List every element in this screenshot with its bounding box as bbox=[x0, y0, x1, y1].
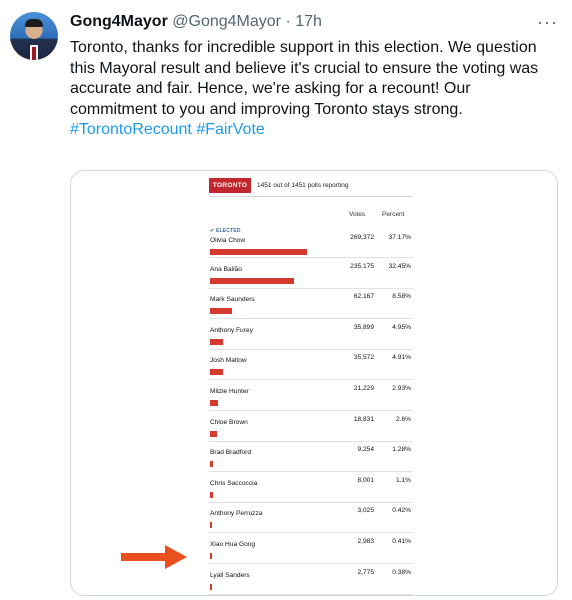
author-handle[interactable]: @Gong4Mayor bbox=[172, 13, 281, 30]
candidate-name: Brad Bradford bbox=[210, 449, 252, 457]
vote-share-bar bbox=[210, 583, 212, 590]
candidate-row: Brad Bradford 9,254 1.28% bbox=[209, 441, 413, 473]
candidate-votes: 2,775 bbox=[357, 568, 374, 576]
avatar-hair bbox=[25, 19, 43, 27]
vote-share-bar bbox=[210, 308, 233, 315]
candidate-percent: 0.41% bbox=[392, 538, 411, 545]
attached-image[interactable]: TORONTO 1451 out of 1451 polls reporting… bbox=[70, 170, 558, 596]
vote-share-bar bbox=[210, 430, 217, 437]
vote-share-bar bbox=[210, 522, 212, 529]
candidate-percent: 1.1% bbox=[395, 476, 411, 484]
candidate-name: Chloe Brown bbox=[210, 418, 248, 426]
candidate-name: Xiao Hua Gong bbox=[210, 541, 256, 548]
candidate-name: Anthony Perruzza bbox=[210, 510, 263, 518]
avatar-tie bbox=[32, 47, 36, 60]
more-options-icon[interactable]: ··· bbox=[537, 12, 558, 33]
candidate-percent: 8.58% bbox=[392, 293, 411, 301]
candidate-votes: 18,831 bbox=[353, 415, 374, 423]
candidate-name: Lyall Sanders bbox=[210, 571, 250, 579]
tweet-body: Toronto, thanks for incredible support i… bbox=[70, 39, 539, 118]
tweet-time[interactable]: 17h bbox=[295, 13, 322, 30]
elected-badge: ✔ ELECTED bbox=[210, 228, 241, 234]
tweet-text: Toronto, thanks for incredible support i… bbox=[70, 38, 558, 141]
tweet[interactable]: Gong4Mayor @Gong4Mayor · 17h ··· Toronto… bbox=[0, 0, 572, 600]
candidate-votes: 2,983 bbox=[357, 538, 374, 545]
candidate-row: Josh Matlow 35,572 4.91% bbox=[209, 349, 413, 381]
tweet-header: Gong4Mayor @Gong4Mayor · 17h bbox=[70, 13, 532, 33]
candidate-row: Anthony Furey 35,899 4.95% bbox=[209, 319, 413, 350]
candidate-votes: 269,372 bbox=[350, 234, 374, 241]
candidate-votes: 35,899 bbox=[353, 323, 374, 331]
candidate-name: Anthony Furey bbox=[210, 326, 253, 334]
city-badge: TORONTO bbox=[209, 178, 251, 193]
candidate-votes: 235,175 bbox=[350, 262, 374, 270]
vote-share-bar bbox=[210, 400, 218, 406]
candidate-votes: 8,001 bbox=[357, 476, 374, 484]
author-name[interactable]: Gong4Mayor bbox=[70, 13, 168, 30]
candidate-row: ✔ ELECTED Olivia Chow 269,372 37.17% bbox=[209, 227, 413, 258]
right-arrow-icon bbox=[121, 545, 187, 569]
candidate-name: Olivia Chow bbox=[210, 237, 246, 244]
candidate-percent: 0.38% bbox=[392, 568, 411, 576]
separator: · bbox=[285, 13, 291, 30]
vote-share-bar bbox=[210, 369, 223, 376]
candidate-row: Anthony Perruzza 3,025 0.42% bbox=[209, 502, 413, 534]
avatar[interactable] bbox=[10, 12, 58, 60]
results-header: TORONTO 1451 out of 1451 polls reporting bbox=[209, 175, 413, 197]
candidate-percent: 32.45% bbox=[388, 262, 411, 270]
candidate-row: Mark Saunders 62,167 8.58% bbox=[209, 288, 413, 320]
candidate-percent: 2.6% bbox=[395, 415, 411, 423]
vote-share-bar bbox=[210, 461, 214, 468]
candidate-votes: 62,167 bbox=[353, 293, 374, 301]
candidate-row: Lyall Sanders 2,775 0.38% bbox=[209, 564, 413, 595]
candidate-name: Mark Saunders bbox=[210, 296, 255, 304]
hashtag-fairvote[interactable]: #FairVote bbox=[196, 121, 264, 138]
candidate-percent: 4.91% bbox=[392, 354, 411, 362]
vote-share-bar bbox=[210, 249, 307, 255]
candidate-percent: 2.93% bbox=[392, 385, 411, 392]
candidate-votes: 9,254 bbox=[357, 446, 374, 454]
candidate-votes: 3,025 bbox=[357, 507, 374, 515]
candidate-name: Mitzie Hunter bbox=[210, 388, 249, 395]
candidate-name: Josh Matlow bbox=[210, 357, 247, 365]
candidate-percent: 0.42% bbox=[392, 507, 411, 515]
candidate-percent: 1.28% bbox=[392, 446, 411, 454]
election-results: TORONTO 1451 out of 1451 polls reporting… bbox=[209, 175, 413, 595]
candidate-percent: 37.17% bbox=[388, 234, 411, 241]
polls-reporting: 1451 out of 1451 polls reporting bbox=[257, 182, 349, 189]
candidate-votes: 21,229 bbox=[353, 385, 374, 392]
candidate-row: Xiao Hua Gong 2,983 0.41% bbox=[209, 533, 413, 564]
vote-share-bar bbox=[210, 338, 223, 345]
hashtag-torontorecount[interactable]: #TorontoRecount bbox=[70, 121, 192, 138]
candidate-row: Chloe Brown 18,831 2.6% bbox=[209, 411, 413, 442]
vote-share-bar bbox=[210, 491, 213, 498]
candidate-row: Ana Bailão 235,175 32.45% bbox=[209, 258, 413, 289]
percent-column-header: Percent bbox=[382, 211, 405, 218]
candidate-name: Ana Bailão bbox=[210, 265, 242, 273]
candidate-row: Chris Saccoccia 8,001 1.1% bbox=[209, 472, 413, 503]
candidate-name: Chris Saccoccia bbox=[210, 479, 258, 487]
candidate-percent: 4.95% bbox=[392, 323, 411, 331]
candidate-votes: 35,572 bbox=[353, 354, 374, 362]
vote-share-bar bbox=[210, 553, 212, 559]
vote-share-bar bbox=[210, 277, 295, 284]
candidate-row: Mitzie Hunter 21,229 2.93% bbox=[209, 380, 413, 411]
votes-column-header: Votes bbox=[349, 211, 366, 218]
